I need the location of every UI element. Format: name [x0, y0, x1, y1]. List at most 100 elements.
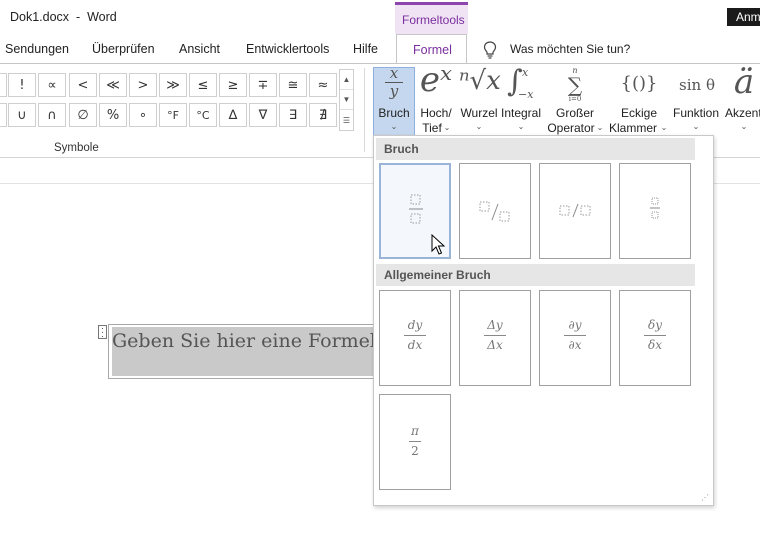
- tab-ansicht[interactable]: Ansicht: [179, 42, 220, 56]
- wurzel-label[interactable]: Wurzel: [457, 106, 501, 120]
- frac-bar: [404, 335, 426, 336]
- symbol-button[interactable]: ≤: [189, 73, 217, 97]
- frac-den: dx: [407, 338, 423, 352]
- fraction-icon-num: x: [389, 64, 399, 82]
- chevron-down-icon: ⌄: [475, 122, 483, 131]
- chevron-down-icon: ⌄: [740, 122, 748, 131]
- gallery-item-partial-y-partial-x[interactable]: ∂y ∂x: [539, 290, 611, 386]
- radical-icon: ⁿ√x: [459, 66, 501, 96]
- group-label-symbole: Symbole: [54, 142, 99, 154]
- symbol-button[interactable]: !: [8, 73, 36, 97]
- symbol-button[interactable]: <: [69, 73, 97, 97]
- integral-icon: ∫ x −x: [505, 64, 537, 104]
- funktion-label[interactable]: Funktion: [671, 106, 721, 120]
- frac-den: Δx: [487, 338, 503, 352]
- frac-num: ∂y: [568, 318, 582, 332]
- gallery-section-bruch: Bruch: [376, 138, 695, 160]
- gallery-item-dy-dx[interactable]: dy dx: [379, 290, 451, 386]
- tell-me-search[interactable]: Was möchten Sie tun?: [510, 42, 630, 56]
- gallery-item-pi-over-2[interactable]: π 2: [379, 394, 451, 490]
- chevron-down-icon: ⌄: [692, 122, 700, 131]
- gallery-section-allgemeiner-bruch: Allgemeiner Bruch: [376, 264, 695, 286]
- bracket-icon: {()}: [620, 73, 658, 94]
- symbol-button[interactable]: ≪: [99, 73, 127, 97]
- contextual-tab-formeltools: Formeltools: [395, 2, 468, 34]
- frac-den: δx: [648, 338, 662, 352]
- frac-num: Δy: [487, 318, 503, 332]
- gallery-item-small-delta-y-delta-x[interactable]: δy δx: [619, 290, 691, 386]
- gallery-item-delta-y-delta-x[interactable]: Δy Δx: [459, 290, 531, 386]
- resize-grip-icon[interactable]: ⋰: [701, 494, 709, 502]
- sum-sign: ∑: [567, 73, 583, 97]
- small-fraction-icon: [650, 197, 660, 219]
- equation-handle-icon[interactable]: · · ·: [98, 324, 107, 341]
- symbol-button[interactable]: >: [129, 73, 157, 97]
- symbol-gallery-scroll[interactable]: ▲ ▼ ☰: [339, 69, 354, 131]
- mouse-pointer-icon: [431, 234, 445, 255]
- symbol-button[interactable]: ∓: [249, 73, 277, 97]
- hoch-tief-label[interactable]: Hoch/: [416, 106, 456, 120]
- integral-upper: x: [522, 66, 529, 79]
- symbol-button[interactable]: ≫: [159, 73, 187, 97]
- symbol-button[interactable]: ≥: [219, 73, 247, 97]
- fraction-icon: x y: [383, 66, 405, 99]
- gallery-item-small-fraction[interactable]: [619, 163, 691, 259]
- symbol-button[interactable]: °C: [189, 103, 217, 127]
- eckige-klammer-label[interactable]: Eckige: [615, 106, 663, 120]
- grosser-operator-label[interactable]: Großer: [553, 106, 597, 120]
- tab-hilfe[interactable]: Hilfe: [353, 42, 378, 56]
- tab-sendungen[interactable]: Sendungen: [5, 42, 69, 56]
- chevron-down-icon: ⌄: [390, 122, 398, 131]
- lightbulb-icon: [483, 41, 497, 59]
- sum-lower: i=0: [568, 95, 582, 103]
- account-button[interactable]: Anm: [727, 8, 760, 26]
- integral-lower: −x: [518, 88, 534, 101]
- function-icon: sin θ: [679, 76, 715, 94]
- symbol-button[interactable]: ≈: [309, 73, 337, 97]
- linear-fraction-icon: [559, 203, 591, 218]
- equation-placeholder-text[interactable]: Geben Sie hier eine Formel ein.: [112, 330, 374, 356]
- fraction-icon-den: y: [389, 82, 399, 100]
- symbol-button[interactable]: ∆: [219, 103, 247, 127]
- symbol-button[interactable]: ∄: [309, 103, 337, 127]
- gallery-item-linear-fraction[interactable]: [539, 163, 611, 259]
- title-bar: Dok1.docx - Word: [0, 0, 760, 34]
- document-title: Dok1.docx - Word: [10, 10, 117, 24]
- group-divider: [364, 68, 365, 152]
- contextual-tab-label: Formeltools: [402, 13, 465, 27]
- gallery-item-skewed-fraction[interactable]: [459, 163, 531, 259]
- chevron-down-icon: ⌄: [660, 123, 668, 132]
- symbol-button[interactable]: ∇: [249, 103, 277, 127]
- symbol-button[interactable]: ∅: [69, 103, 97, 127]
- accent-icon: ä: [733, 62, 755, 102]
- tab-entwicklertools[interactable]: Entwicklertools: [246, 42, 329, 56]
- symbol-button[interactable]: ≅: [279, 73, 307, 97]
- scroll-up-icon[interactable]: ▲: [340, 70, 353, 90]
- symbol-button[interactable]: ∪: [8, 103, 36, 127]
- symbol-partial[interactable]: [0, 103, 7, 127]
- scroll-down-icon[interactable]: ▼: [340, 90, 353, 110]
- symbol-button[interactable]: °F: [159, 103, 187, 127]
- symbol-button[interactable]: ∝: [38, 73, 66, 97]
- symbol-button[interactable]: %: [99, 103, 127, 127]
- eckige-klammer-label-2[interactable]: Klammer: [608, 121, 658, 135]
- stacked-fraction-icon: [409, 194, 423, 224]
- integral-label[interactable]: Integral: [499, 106, 543, 120]
- symbol-button[interactable]: ∃: [279, 103, 307, 127]
- symbol-button[interactable]: ∩: [38, 103, 66, 127]
- bruch-label: Bruch: [378, 106, 410, 120]
- frac-num: dy: [407, 318, 423, 332]
- symbol-partial[interactable]: [0, 73, 7, 97]
- frac-den: ∂x: [568, 338, 582, 352]
- frac-num: π: [411, 424, 419, 438]
- frac-bar: [484, 335, 506, 336]
- frac-den: 2: [411, 444, 419, 458]
- ribbon-tabs: Sendungen Überprüfen Ansicht Entwicklert…: [0, 34, 760, 63]
- chevron-down-icon: ⌄: [596, 123, 604, 132]
- chevron-down-icon: ⌄: [517, 122, 525, 131]
- tab-ueberpruefen[interactable]: Überprüfen: [92, 42, 155, 56]
- akzent-label[interactable]: Akzent: [725, 106, 760, 120]
- grosser-operator-label-2[interactable]: Operator: [546, 121, 596, 135]
- symbol-button[interactable]: ∘: [129, 103, 157, 127]
- expand-gallery-icon[interactable]: ☰: [340, 110, 353, 130]
